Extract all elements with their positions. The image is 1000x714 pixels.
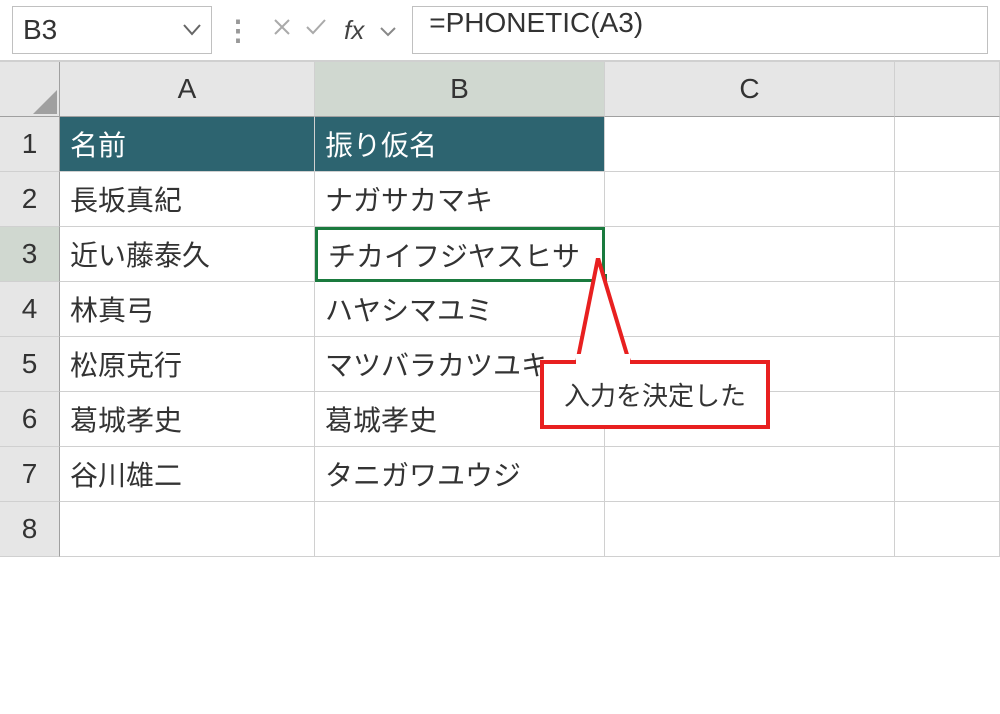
cell-overflow-5 — [895, 337, 1000, 392]
spreadsheet-grid: A B C 1 名前 振り仮名 2 長坂真紀 ナガサカマキ 3 近い藤泰久 チカ… — [0, 62, 1000, 557]
row-header-3[interactable]: 3 — [0, 227, 60, 282]
cell-a4[interactable]: 林真弓 — [60, 282, 315, 337]
cell-overflow-2 — [895, 172, 1000, 227]
cell-c1[interactable] — [605, 117, 895, 172]
cell-b3[interactable]: チカイフジヤスヒサ — [315, 227, 605, 282]
cell-overflow-6 — [895, 392, 1000, 447]
formula-controls: fx — [264, 15, 404, 46]
cell-a5[interactable]: 松原克行 — [60, 337, 315, 392]
cell-overflow-8 — [895, 502, 1000, 557]
formula-value: =PHONETIC(A3) — [429, 7, 643, 38]
column-header-c[interactable]: C — [605, 62, 895, 117]
select-all-corner[interactable] — [0, 62, 60, 117]
callout-text: 入力を決定した — [564, 381, 746, 411]
callout-box: 入力を決定した — [540, 360, 770, 429]
column-header-a[interactable]: A — [60, 62, 315, 117]
column-header-overflow — [895, 62, 1000, 117]
row-header-8[interactable]: 8 — [0, 502, 60, 557]
cell-overflow-3 — [895, 227, 1000, 282]
cancel-icon[interactable] — [272, 16, 292, 44]
cell-a7[interactable]: 谷川雄二 — [60, 447, 315, 502]
row-header-4[interactable]: 4 — [0, 282, 60, 337]
check-icon[interactable] — [304, 16, 328, 44]
row-header-5[interactable]: 5 — [0, 337, 60, 392]
callout-pointer — [568, 258, 648, 368]
callout-annotation: 入力を決定した — [540, 310, 770, 429]
cell-overflow-7 — [895, 447, 1000, 502]
cell-c3[interactable] — [605, 227, 895, 282]
cell-overflow-4 — [895, 282, 1000, 337]
row-header-2[interactable]: 2 — [0, 172, 60, 227]
cell-b7[interactable]: タニガワユウジ — [315, 447, 605, 502]
separator-icon: ⋮ — [224, 14, 252, 47]
row-header-7[interactable]: 7 — [0, 447, 60, 502]
chevron-down-icon[interactable] — [380, 16, 396, 44]
fx-label[interactable]: fx — [344, 15, 364, 46]
cell-b2[interactable]: ナガサカマキ — [315, 172, 605, 227]
formula-input[interactable]: =PHONETIC(A3) — [412, 6, 988, 54]
name-box-value: B3 — [23, 14, 57, 46]
cell-a1[interactable]: 名前 — [60, 117, 315, 172]
row-header-6[interactable]: 6 — [0, 392, 60, 447]
row-header-1[interactable]: 1 — [0, 117, 60, 172]
cell-b1[interactable]: 振り仮名 — [315, 117, 605, 172]
cell-c7[interactable] — [605, 447, 895, 502]
column-header-b[interactable]: B — [315, 62, 605, 117]
cell-c8[interactable] — [605, 502, 895, 557]
name-box[interactable]: B3 — [12, 6, 212, 54]
cell-a6[interactable]: 葛城孝史 — [60, 392, 315, 447]
cell-overflow-1 — [895, 117, 1000, 172]
cell-a2[interactable]: 長坂真紀 — [60, 172, 315, 227]
corner-triangle-icon — [33, 90, 57, 114]
formula-bar: B3 ⋮ fx =PHONETIC(A3) — [0, 0, 1000, 62]
cell-c2[interactable] — [605, 172, 895, 227]
cell-a8[interactable] — [60, 502, 315, 557]
chevron-down-icon[interactable] — [183, 20, 201, 41]
cell-b8[interactable] — [315, 502, 605, 557]
cell-a3[interactable]: 近い藤泰久 — [60, 227, 315, 282]
